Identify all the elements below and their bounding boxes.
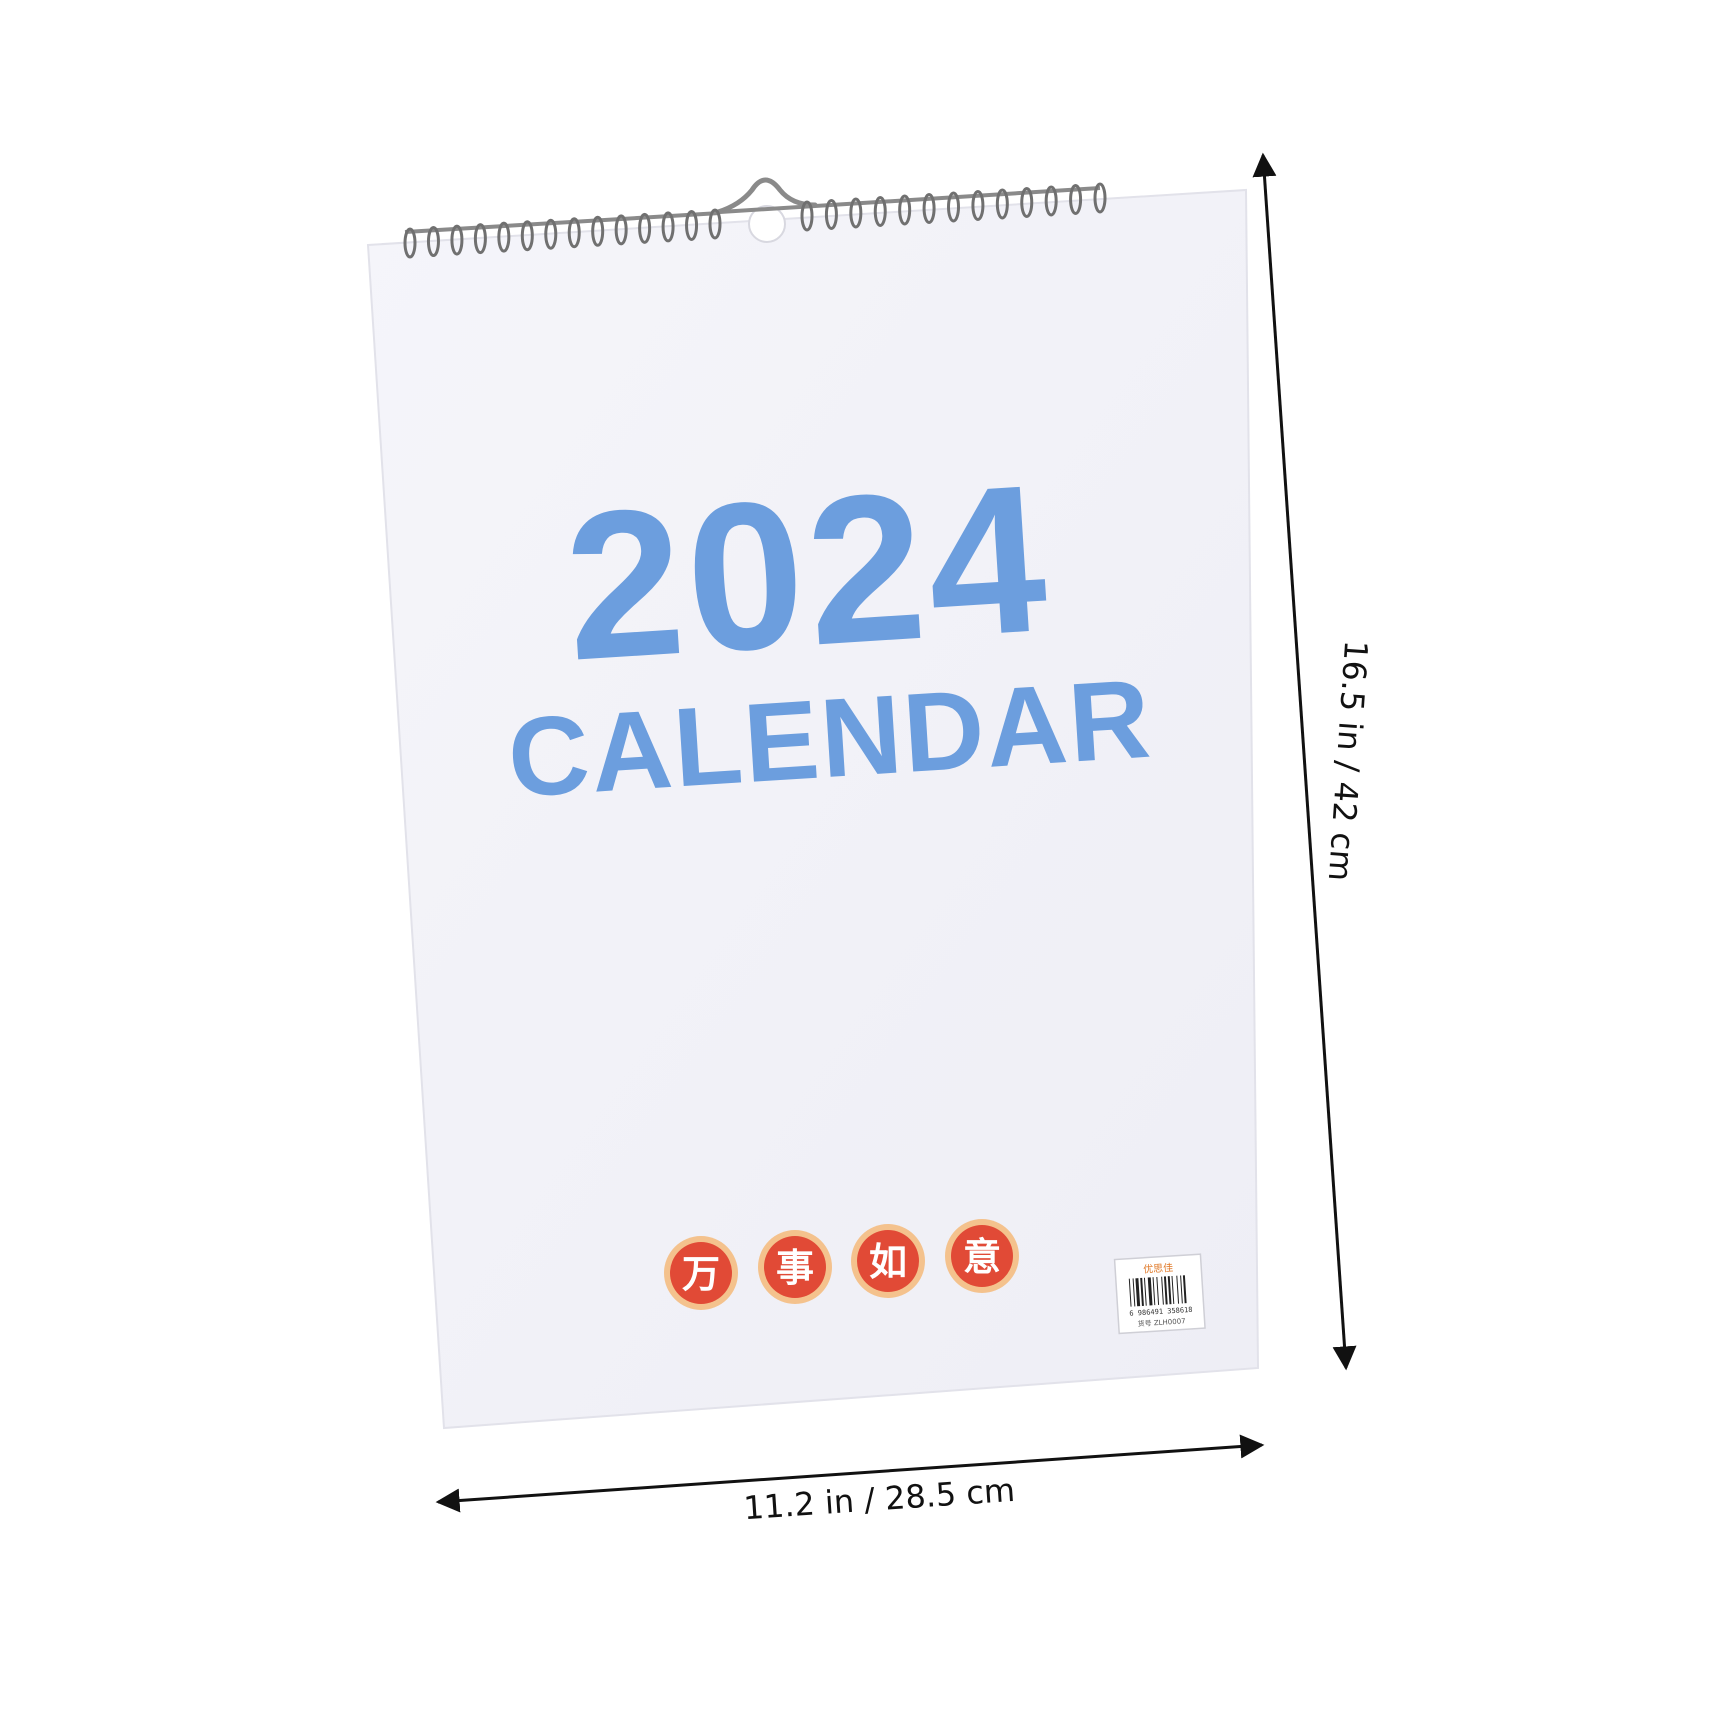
blessing-badge: 意: [945, 1219, 1019, 1293]
blessing-char: 如: [869, 1240, 907, 1284]
product-photo: 2024 CALENDAR 万 事 如 意 优思佳 6 986491 35861…: [366, 152, 1375, 1527]
year-title: 2024: [559, 440, 1056, 705]
blessing-char: 事: [776, 1246, 814, 1290]
blessing-badge: 如: [851, 1224, 925, 1298]
width-dimension: 11.2 in / 28.5 cm: [435, 1434, 1265, 1527]
barcode-label: 优思佳 6 986491 358618 货号 ZLH0007: [1113, 1253, 1206, 1335]
blessing-badge: 万: [664, 1236, 738, 1310]
height-dimension: 16.5 in / 42 cm: [1252, 152, 1375, 1371]
calendar-sheet: 2024 CALENDAR 万 事 如 意 优思佳 6 986491 35861…: [366, 177, 1260, 1430]
blessing-char: 意: [963, 1235, 1001, 1279]
blessing-char: 万: [682, 1252, 720, 1296]
blessing-badge: 事: [758, 1230, 832, 1304]
height-label: 16.5 in / 42 cm: [1321, 639, 1375, 882]
